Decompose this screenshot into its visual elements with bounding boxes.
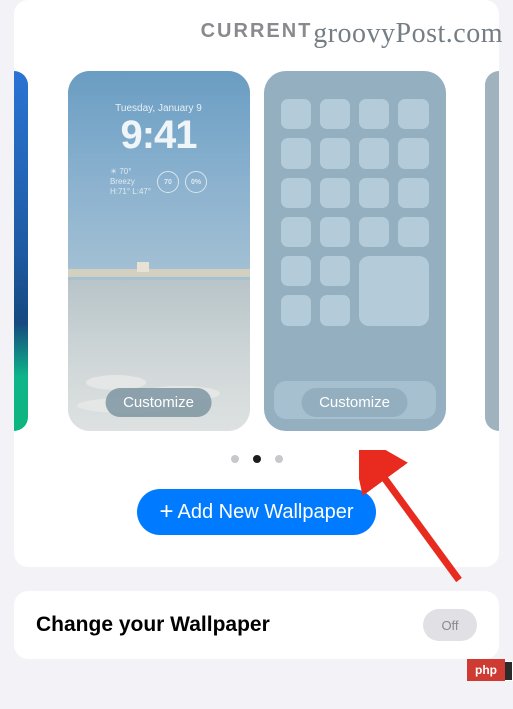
app-icon [281,256,311,286]
app-icon [359,178,389,208]
app-icon [320,256,350,286]
app-icon [320,138,350,168]
app-icon [398,217,428,247]
app-icon [281,178,311,208]
plus-icon: + [159,500,173,524]
app-icon [281,295,311,325]
add-button-label: Add New Wallpaper [178,501,354,524]
watermark-text: groovyPost.com [313,18,503,50]
page-dot[interactable] [275,455,283,463]
home-screen-preview[interactable]: Customize [264,71,446,431]
wallpaper-previews-row: Tuesday, January 9 9:41 ☀ 70° Breezy H:7… [28,71,485,431]
add-new-wallpaper-button[interactable]: + Add New Wallpaper [137,489,375,535]
customize-lock-screen-button[interactable]: Customize [105,388,212,417]
home-screen-app-grid [281,99,429,326]
app-icon [398,178,428,208]
app-icon [320,295,350,325]
home-widget [359,256,429,326]
app-icon [359,138,389,168]
lock-screen-preview[interactable]: Tuesday, January 9 9:41 ☀ 70° Breezy H:7… [68,71,250,431]
app-icon [359,99,389,129]
app-icon [398,99,428,129]
activity-ring-1: 70 [157,171,179,193]
activity-ring-2: 0% [185,171,207,193]
wallpaper-settings-card: CURRENT Tuesday, January 9 9:41 ☀ 70° Br… [14,0,499,567]
house-graphic [137,262,149,272]
prev-wallpaper-edge[interactable] [14,71,28,431]
app-icon [359,217,389,247]
change-wallpaper-title: Change your Wallpaper [36,613,270,637]
next-wallpaper-edge[interactable] [485,71,499,431]
app-icon [281,138,311,168]
page-indicator [28,455,485,463]
page-dot[interactable] [231,455,239,463]
toggle-off-indicator: Off [423,609,477,641]
weather-widget: ☀ 70° Breezy H:71° L:47° [110,167,151,197]
change-wallpaper-card[interactable]: Change your Wallpaper Off [14,591,499,659]
app-icon [281,99,311,129]
app-icon [320,217,350,247]
app-icon [281,217,311,247]
page-dot-active[interactable] [253,455,261,463]
horizon-line [68,269,250,277]
app-icon [320,99,350,129]
lock-screen-time: 9:41 [68,113,250,158]
lock-screen-widgets: ☀ 70° Breezy H:71° L:47° 70 0% [68,167,250,197]
app-icon [320,178,350,208]
php-badge: php [467,659,505,681]
app-icon [398,138,428,168]
annotation-arrow-icon [359,450,469,590]
customize-home-screen-button[interactable]: Customize [301,388,408,417]
